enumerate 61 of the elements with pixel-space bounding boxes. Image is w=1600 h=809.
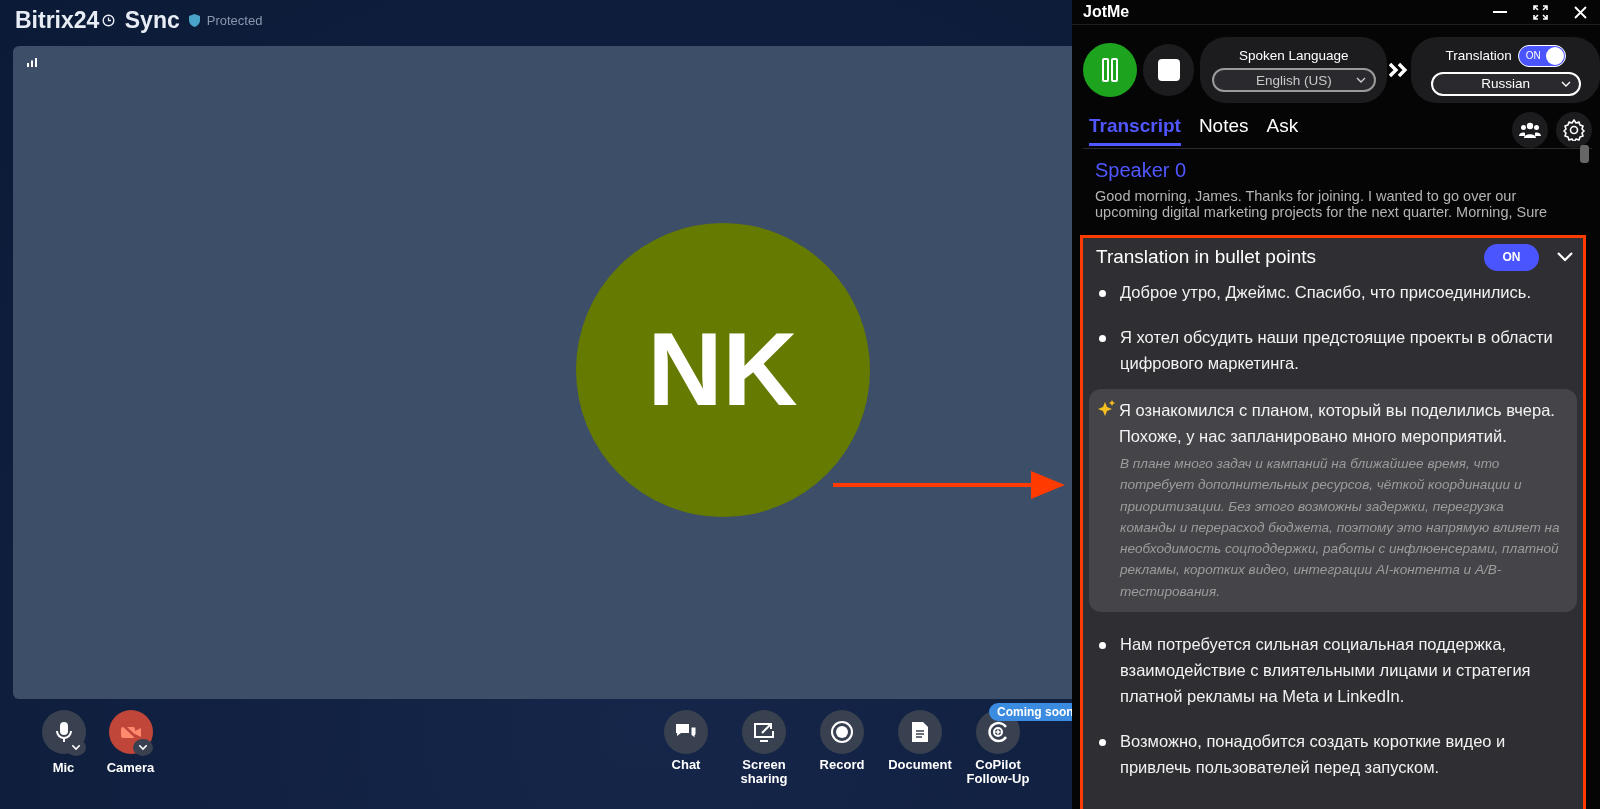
bullet-icon — [1099, 335, 1106, 342]
chat-button[interactable] — [664, 710, 708, 754]
button-label: Camera — [105, 761, 156, 775]
button-label: Document — [887, 758, 953, 772]
bullet-text: Возможно, понадобится создать короткие видео и привлечь пользователей перед запуском. — [1120, 731, 1507, 779]
chevron-down-icon — [1560, 80, 1571, 87]
spoken-language-dropdown[interactable]: English (US) — [1211, 68, 1376, 92]
button-label: Chat — [670, 758, 702, 772]
button-label: CoPilot Follow-Up — [965, 758, 1031, 786]
speaker-name: Speaker 0 — [1095, 159, 1188, 182]
participant-avatar: NK — [575, 222, 870, 517]
clock-icon — [102, 13, 116, 27]
translation-toggle[interactable]: ON — [1517, 44, 1566, 67]
app-title: JotMe — [1083, 3, 1131, 21]
signal-icon — [27, 58, 37, 67]
participants-button[interactable] — [1512, 112, 1548, 148]
spoken-language-label: Spoken Language — [1239, 48, 1349, 63]
settings-button[interactable] — [1556, 112, 1592, 148]
bullet-text: Я хотел обсудить наши предстоящие проекты в области цифрового маркетинга. — [1120, 327, 1554, 374]
copilot-icon — [986, 720, 1010, 744]
app-title: Bitrix24 — [15, 6, 100, 34]
people-icon — [1519, 122, 1541, 138]
close-icon — [1573, 5, 1587, 19]
pause-icon — [1100, 57, 1119, 83]
card-title: Translation in bullet points — [1096, 246, 1318, 268]
chevron-down-icon[interactable] — [1557, 252, 1573, 262]
minimize-icon — [1493, 11, 1507, 13]
shield-icon — [188, 13, 200, 27]
tab[interactable]: Transcript — [1089, 114, 1181, 146]
document-icon — [911, 721, 929, 743]
bullet-text: Нам потребуется сильная социальная поддержка, взаимодействие с влиятельными лицами и стратегия платной рекламы на Meta и LinkedIn. — [1120, 634, 1532, 708]
bullet-icon — [1099, 642, 1106, 650]
bullet-points-toggle[interactable]: ON — [1484, 243, 1539, 271]
chevron-down-icon — [1355, 77, 1366, 83]
translation-label: Translation — [1445, 48, 1512, 63]
target-language-dropdown[interactable]: Russian — [1430, 71, 1581, 96]
microphone-icon — [54, 721, 73, 743]
button-label: Record — [818, 758, 866, 772]
tab[interactable]: Notes — [1198, 114, 1249, 146]
pause-button[interactable] — [1083, 43, 1137, 97]
bullet-text: Я ознакомился с планом, который вы поделились вчера. Похоже, у нас запланировано много мероприятий. — [1119, 400, 1556, 447]
protected-label: Protected — [206, 12, 263, 28]
stop-icon — [1157, 59, 1180, 81]
transcript-text: Good morning, James. Thanks for joining. I wanted to go over our upcoming digital marketing projects for the next quarter. Morning, Sure — [1095, 188, 1549, 220]
double-chevron-icon — [1389, 62, 1410, 78]
document-button[interactable] — [898, 710, 942, 754]
insight-detail: В плане много задач и кампаний на ближайшее время, что потребует дополнительных ресурсов, чёткой координации и приоритизации. Без этого возможны задержки, перегрузка команды и перерасход бюджета, поэтому это напрямую влияет на необходимость соцподдержки, работы с инфлюенсерами, платной рекламы, коротких видео, интеграции AI-контента и A/B-тестирования. — [1118, 455, 1561, 601]
fullscreen-icon — [1532, 4, 1548, 20]
app-title-suffix: Sync — [123, 6, 180, 34]
bullet-icon — [1099, 290, 1106, 297]
bullet-icon — [1099, 739, 1106, 747]
settings-icon — [1563, 119, 1585, 141]
screen-button[interactable] — [742, 710, 786, 754]
bullet-text: Доброе утро, Джеймс. Спасибо, что присоединились. — [1120, 282, 1532, 303]
button-label: Mic — [51, 761, 76, 775]
button-label: Screen sharing — [739, 758, 789, 786]
record-icon — [830, 720, 854, 744]
scrollbar-thumb[interactable] — [1580, 145, 1589, 163]
screen-share-icon — [752, 721, 776, 743]
record-button[interactable] — [820, 710, 864, 754]
tab[interactable]: Ask — [1266, 114, 1299, 146]
